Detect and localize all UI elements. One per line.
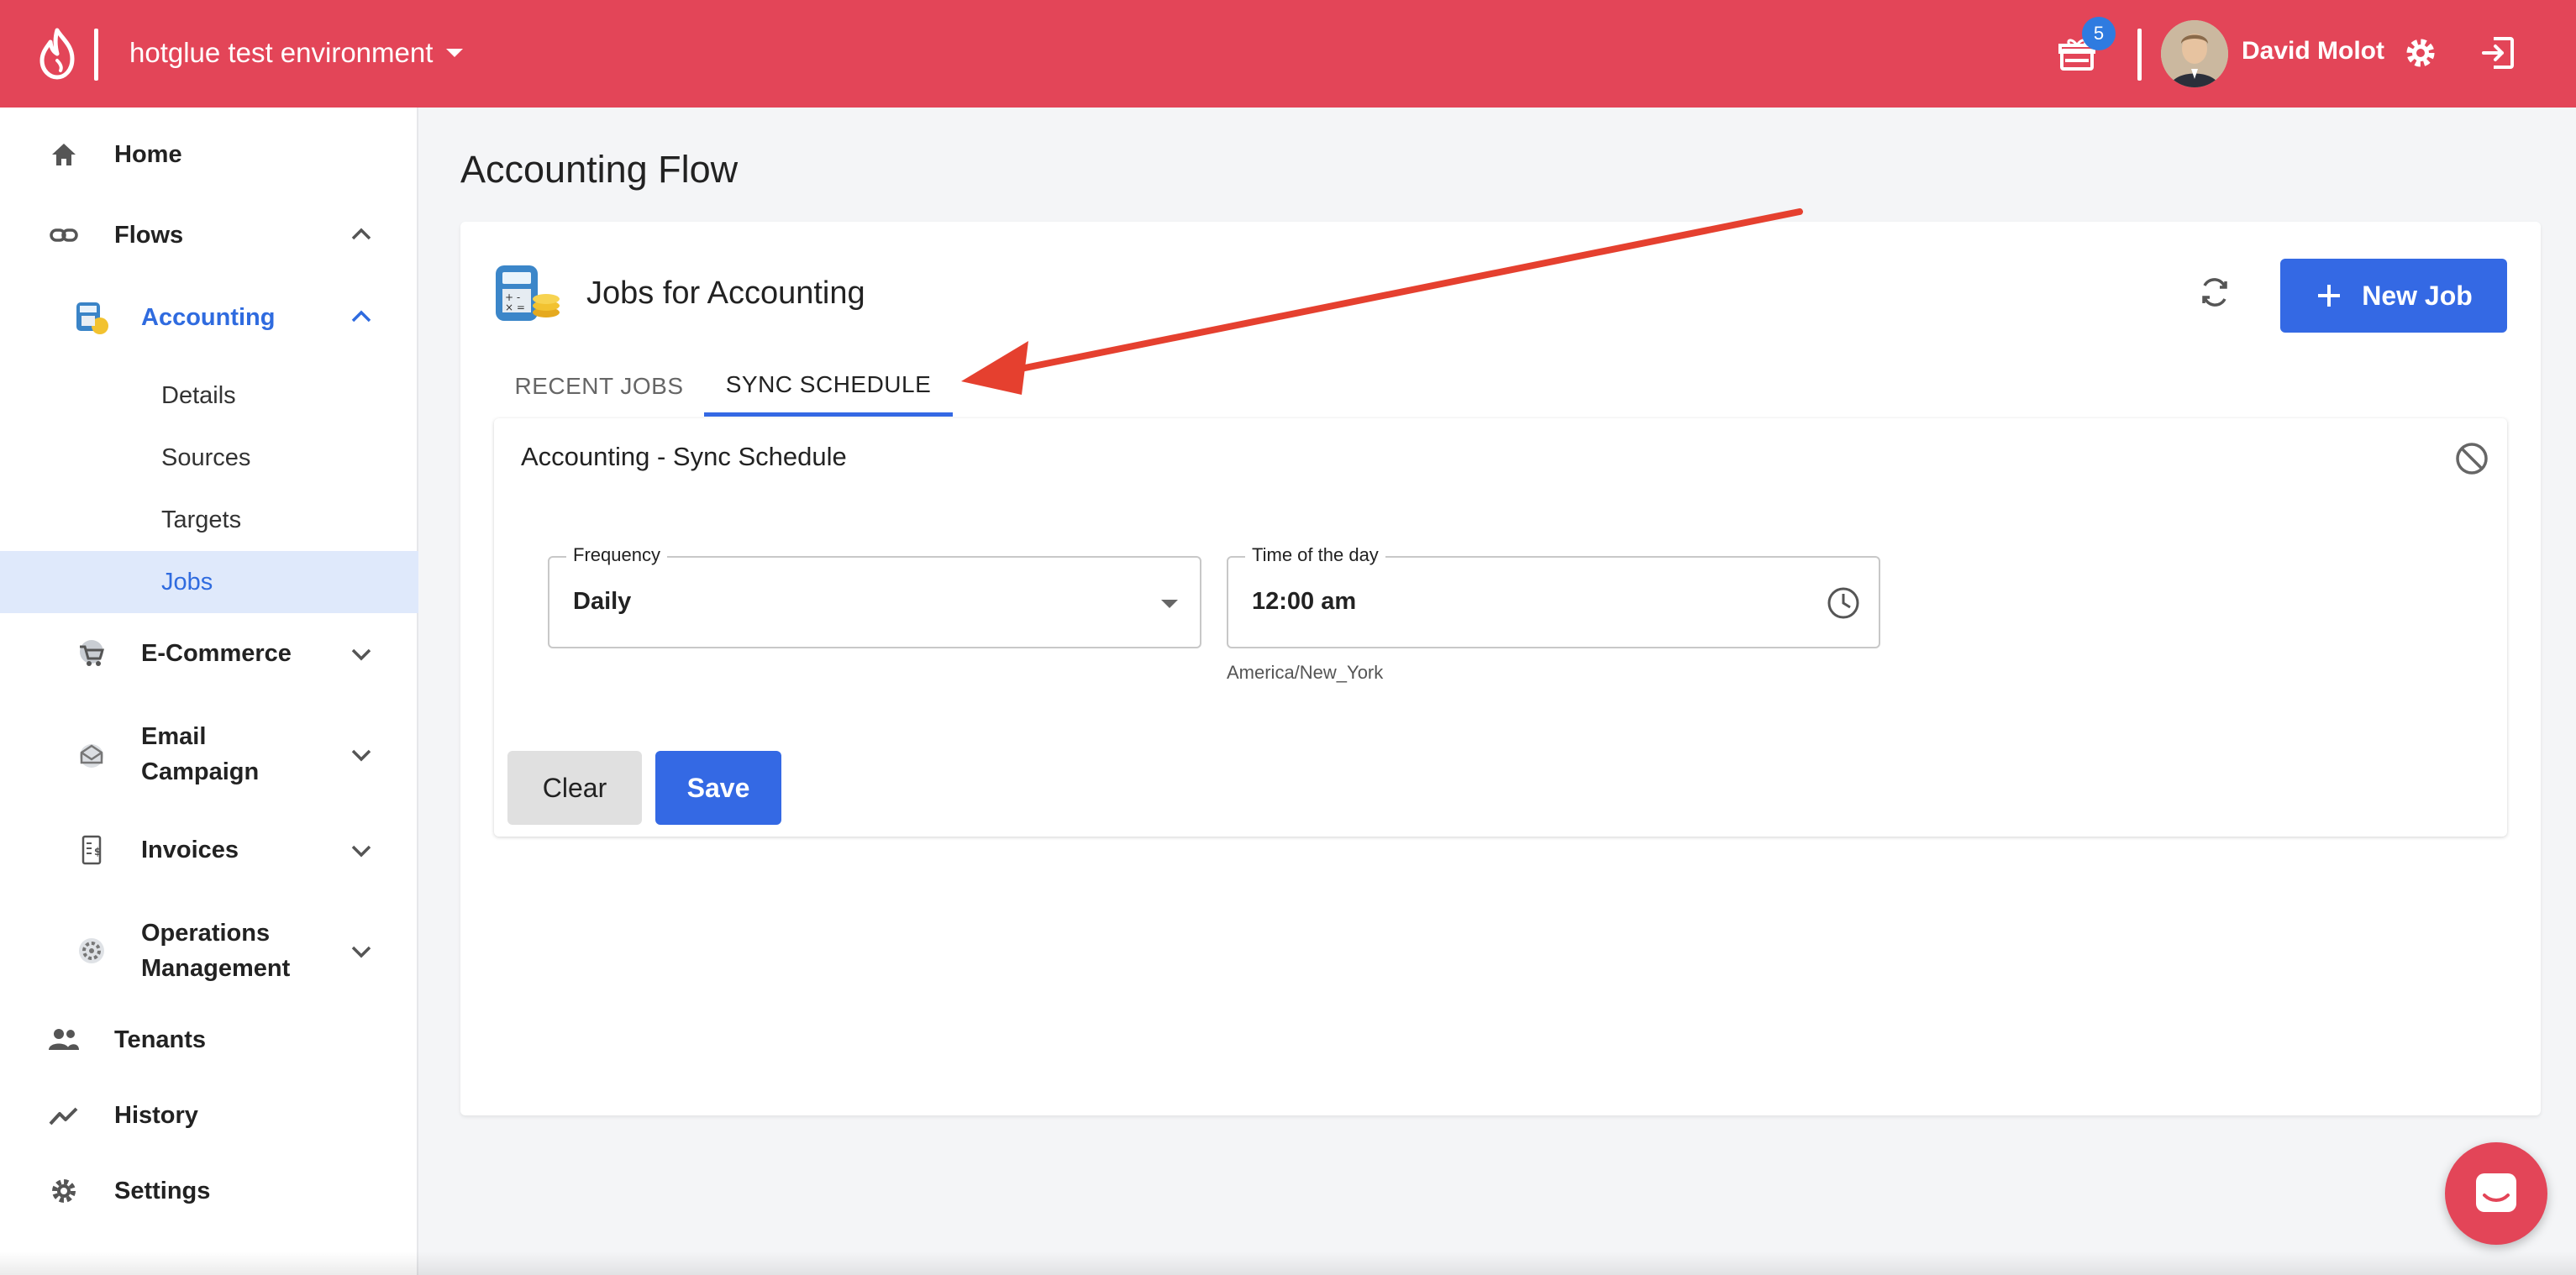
avatar[interactable] xyxy=(2161,20,2228,87)
chevron-up-icon[interactable] xyxy=(346,302,376,333)
sidebar-item-operations-management[interactable]: Operations Management xyxy=(0,909,418,993)
annotation-arrow-icon xyxy=(961,208,1803,395)
time-of-day-field[interactable]: Time of the day 12:00 am xyxy=(1227,544,1880,648)
shopping-cart-icon xyxy=(71,632,113,674)
user-name[interactable]: David Molot xyxy=(2242,37,2384,66)
chevron-down-icon xyxy=(1161,600,1178,608)
notification-badge: 5 xyxy=(2082,17,2116,50)
svg-text:× =: × = xyxy=(505,302,525,313)
sidebar-item-label: Details xyxy=(161,381,236,409)
page-title: Accounting Flow xyxy=(460,148,739,191)
save-button[interactable]: Save xyxy=(655,751,781,825)
frequency-label: Frequency xyxy=(566,544,667,566)
sidebar-item-targets[interactable]: Targets xyxy=(0,489,418,551)
accounting-icon: + - × = xyxy=(496,265,560,321)
bottom-shadow xyxy=(0,1251,2576,1275)
gear-icon[interactable] xyxy=(2401,34,2440,72)
sidebar-item-label: Accounting xyxy=(141,304,276,331)
sidebar-item-label: History xyxy=(114,1101,198,1129)
clock-icon[interactable] xyxy=(1825,585,1862,622)
sidebar-item-label: Tenants xyxy=(114,1026,207,1053)
sidebar-item-jobs[interactable]: Jobs xyxy=(0,551,418,613)
tab-recent-jobs[interactable]: RECENT JOBS xyxy=(507,356,691,417)
environment-name: hotglue test environment xyxy=(129,37,434,68)
new-job-label: New Job xyxy=(2362,280,2473,311)
sidebar-item-settings[interactable]: Settings xyxy=(0,1166,418,1216)
chevron-down-icon[interactable] xyxy=(346,936,376,966)
sidebar-item-label: Settings xyxy=(114,1177,211,1204)
sidebar-item-invoices[interactable]: $ Invoices xyxy=(0,825,418,875)
email-icon xyxy=(71,733,113,775)
timezone-label: America/New_York xyxy=(1227,662,1384,683)
tab-sync-schedule[interactable]: SYNC SCHEDULE xyxy=(704,356,953,417)
invoice-icon: $ xyxy=(71,829,113,871)
clear-button[interactable]: Clear xyxy=(507,751,642,825)
sidebar-item-tenants[interactable]: Tenants xyxy=(0,1015,418,1065)
chevron-down-icon[interactable] xyxy=(346,638,376,669)
environment-selector[interactable]: hotglue test environment xyxy=(129,32,464,74)
chat-icon xyxy=(2476,1173,2516,1212)
topbar-divider xyxy=(2137,29,2142,81)
sidebar-item-label: Targets xyxy=(161,506,242,533)
logout-icon[interactable] xyxy=(2479,34,2517,72)
sidebar-item-label: Jobs xyxy=(161,568,213,596)
calculator-icon xyxy=(71,296,113,338)
plus-icon xyxy=(2318,285,2341,307)
block-icon[interactable] xyxy=(2453,440,2490,477)
sidebar-item-accounting[interactable]: Accounting xyxy=(0,291,418,344)
gear-icon xyxy=(47,1174,81,1208)
sidebar-item-home[interactable]: Home xyxy=(0,129,418,180)
sidebar-item-label: Home xyxy=(114,140,182,168)
sidebar-item-ecommerce[interactable]: E-Commerce xyxy=(0,628,418,679)
link-icon xyxy=(47,218,81,252)
sidebar-item-label: Invoices xyxy=(141,837,239,863)
chevron-up-icon[interactable] xyxy=(346,220,376,250)
operations-icon xyxy=(71,930,113,972)
frequency-select[interactable]: Frequency Daily xyxy=(548,544,1201,648)
sidebar-item-flows[interactable]: Flows xyxy=(0,210,418,260)
sidebar-item-email-campaign[interactable]: Email Campaign xyxy=(0,712,418,796)
chat-button[interactable] xyxy=(2445,1142,2547,1245)
new-job-button[interactable]: New Job xyxy=(2280,259,2507,333)
svg-text:$: $ xyxy=(94,846,101,858)
chevron-down-icon xyxy=(446,49,464,57)
card-title: Jobs for Accounting xyxy=(586,275,865,311)
sidebar-item-details[interactable]: Details xyxy=(0,365,418,427)
refresh-icon[interactable] xyxy=(2195,272,2235,312)
sidebar-item-label: E-Commerce xyxy=(141,640,292,667)
chevron-down-icon[interactable] xyxy=(346,835,376,865)
home-icon xyxy=(47,138,81,171)
people-icon xyxy=(47,1023,81,1057)
trending-icon xyxy=(47,1099,81,1132)
sidebar-item-label: Flows xyxy=(114,221,184,249)
sidebar: Home Flows Accounting Details Sources Ta… xyxy=(0,108,418,1275)
chevron-down-icon[interactable] xyxy=(346,739,376,769)
sidebar-item-label: Operations Management xyxy=(141,920,291,982)
top-bar: hotglue test environment 5 David Molot xyxy=(0,0,2576,108)
sidebar-item-sources[interactable]: Sources xyxy=(0,427,418,489)
sidebar-item-label: Email Campaign xyxy=(141,723,260,785)
flame-logo-icon[interactable] xyxy=(34,27,81,81)
sidebar-item-label: Sources xyxy=(161,443,251,471)
sidebar-item-history[interactable]: History xyxy=(0,1090,418,1141)
logo-divider xyxy=(94,29,98,81)
sync-schedule-title: Accounting - Sync Schedule xyxy=(521,442,847,471)
time-of-day-label: Time of the day xyxy=(1245,544,1385,566)
frequency-value: Daily xyxy=(573,588,632,615)
time-of-day-value: 12:00 am xyxy=(1252,588,1357,615)
